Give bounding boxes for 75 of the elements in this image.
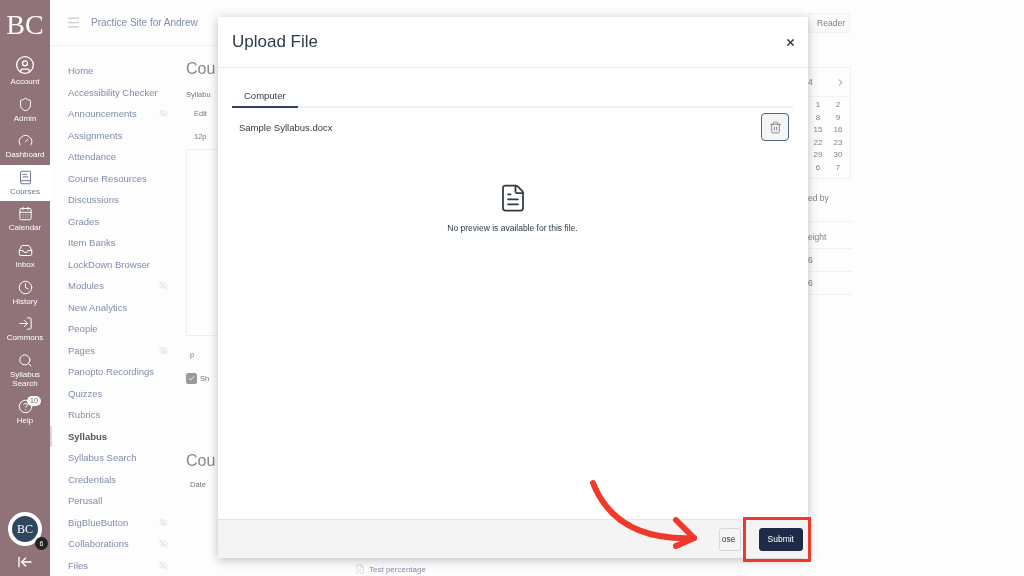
course-nav-item[interactable]: LockDown Browser xyxy=(50,253,180,275)
course-nav-item[interactable]: Pages xyxy=(50,339,180,361)
course-nav-item[interactable]: Modules xyxy=(50,275,180,297)
submit-button[interactable]: Submit xyxy=(758,527,803,551)
calendar-day[interactable]: 15 xyxy=(813,125,823,138)
calendar-day[interactable]: 23 xyxy=(833,137,843,150)
course-nav-item[interactable]: Attendance xyxy=(50,146,180,168)
course-nav-item[interactable]: New Analytics xyxy=(50,296,180,318)
course-nav-item[interactable]: People xyxy=(50,318,180,340)
user-avatar-icon xyxy=(15,55,35,75)
reader-button[interactable]: Reader xyxy=(808,13,850,33)
course-nav-item[interactable]: Accessibility Checker xyxy=(50,81,180,103)
calendar-day[interactable]: 1 xyxy=(815,100,821,113)
course-nav-item[interactable]: Files xyxy=(50,554,180,576)
calendar-day[interactable]: 16 xyxy=(833,125,843,138)
course-nav-item[interactable]: Rubrics xyxy=(50,404,180,426)
calendar-icon xyxy=(17,206,33,222)
preview-message: No preview is available for this file. xyxy=(447,223,578,233)
logo[interactable]: BC xyxy=(6,0,44,50)
course-nav-item[interactable]: Syllabus Search xyxy=(50,447,180,469)
inbox-icon xyxy=(17,242,33,258)
course-nav-item[interactable]: Panopto Recordings xyxy=(50,361,180,383)
course-nav-item[interactable]: Announcements xyxy=(50,103,180,125)
calendar-day[interactable]: 30 xyxy=(833,150,843,163)
global-nav-item[interactable]: Admin xyxy=(0,91,50,129)
global-nav-item[interactable]: Dashboard xyxy=(0,128,50,165)
page-heading: Cou xyxy=(186,60,217,78)
close-button[interactable]: ose xyxy=(718,527,741,551)
tab[interactable]: Computer xyxy=(232,86,298,108)
book-icon xyxy=(17,169,33,185)
calendar-day[interactable]: 29 xyxy=(813,150,823,163)
calendar-day[interactable]: 22 xyxy=(813,137,823,150)
section-heading: Cou xyxy=(186,452,217,470)
dialog-title: Upload File xyxy=(232,32,318,52)
document-edit-icon xyxy=(355,564,365,574)
course-nav-item[interactable]: Grades xyxy=(50,210,180,232)
list-item-text: Test percentage xyxy=(369,564,426,574)
clock-icon xyxy=(17,279,33,295)
calendar-day[interactable]: 8 xyxy=(815,112,821,125)
global-nav-item[interactable]: Calendar xyxy=(0,201,50,238)
arrow-into-door-icon xyxy=(17,316,33,332)
course-nav-item[interactable]: Collaborations xyxy=(50,533,180,555)
global-nav-item[interactable]: Courses xyxy=(0,164,50,202)
course-nav-item[interactable]: Home xyxy=(50,60,180,82)
course-nav-item[interactable]: Course Resources xyxy=(50,167,180,189)
global-nav-item[interactable]: Inbox xyxy=(0,237,50,275)
course-nav-item[interactable]: Credentials xyxy=(50,468,180,490)
global-nav-item[interactable]: Commons xyxy=(0,311,50,348)
file-name: Sample Syllabus.docx xyxy=(239,121,333,133)
course-nav-item[interactable]: Quizzes xyxy=(50,382,180,404)
course-nav-item[interactable]: Discussions xyxy=(50,189,180,211)
course-nav-item[interactable]: BigBlueButton xyxy=(50,511,180,533)
close-icon xyxy=(785,36,796,48)
calendar-day[interactable]: 9 xyxy=(835,112,841,125)
checkbox[interactable] xyxy=(186,373,197,384)
close-button[interactable] xyxy=(785,36,796,48)
calendar-day[interactable]: 2 xyxy=(835,100,841,113)
course-nav-item[interactable]: Item Banks xyxy=(50,232,180,254)
global-nav-item[interactable]: History xyxy=(0,274,50,312)
global-nav-item[interactable]: Syllabus Search xyxy=(0,347,50,394)
calendar-day[interactable]: 6 xyxy=(815,162,821,175)
shield-icon xyxy=(17,96,33,112)
calendar-month: 4 xyxy=(808,77,813,87)
checkmark-icon xyxy=(188,375,195,382)
course-nav-item[interactable]: Syllabus xyxy=(50,425,180,447)
global-nav-item[interactable]: Account xyxy=(0,50,50,92)
trash-icon xyxy=(768,120,782,134)
course-title[interactable]: Practice Site for Andrew xyxy=(91,17,198,28)
course-nav-item[interactable]: Perusall xyxy=(50,490,180,512)
highlight-frame xyxy=(743,517,811,562)
search-icon xyxy=(17,352,33,368)
collapse-icon[interactable] xyxy=(17,554,33,570)
calendar-day[interactable]: 7 xyxy=(835,162,841,175)
course-nav-item[interactable]: Assignments xyxy=(50,124,180,146)
delete-button[interactable] xyxy=(761,113,789,141)
